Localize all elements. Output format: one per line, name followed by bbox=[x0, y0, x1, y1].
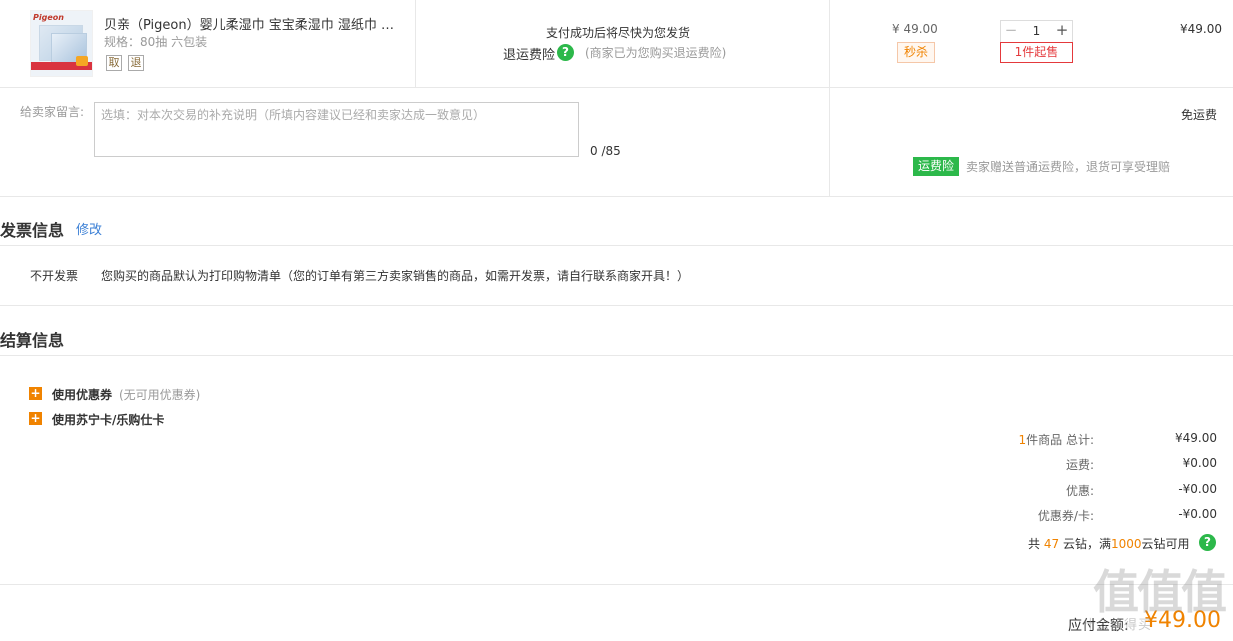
quantity-decrease-button[interactable]: − bbox=[1000, 20, 1022, 43]
coupon-availability-note: (无可用优惠券) bbox=[119, 388, 201, 402]
pickup-tag-icon: 取 bbox=[106, 55, 122, 71]
expand-card-icon[interactable]: + bbox=[29, 412, 42, 425]
shipping-fee-label: 运费: bbox=[1065, 458, 1094, 472]
seller-message-label: 给卖家留言: bbox=[20, 105, 85, 119]
shipping-insurance-desc: 卖家赠送普通运费险，退货可享受理赔 bbox=[966, 160, 1171, 174]
product-name-link[interactable]: 贝亲（Pigeon）婴儿柔湿巾 宝宝柔湿巾 湿纸巾 宝... bbox=[104, 14, 404, 33]
expand-coupon-icon[interactable]: + bbox=[29, 387, 42, 400]
items-total-value: ¥49.00 bbox=[1175, 431, 1217, 445]
shipping-fee-value: ¥0.00 bbox=[1182, 456, 1217, 470]
points-count: 47 bbox=[1043, 537, 1060, 551]
return-insurance-label: 退运费险 bbox=[503, 48, 556, 63]
product-spec: 规格：80抽 六包装 bbox=[104, 35, 208, 49]
site-watermark: 值值值 bbox=[1093, 565, 1227, 619]
points-help-icon[interactable]: ? bbox=[1199, 534, 1216, 551]
quantity-increase-button[interactable]: + bbox=[1051, 20, 1073, 43]
quantity-input[interactable]: 1 bbox=[1022, 20, 1051, 43]
site-watermark-sub: 什么值得买 bbox=[1082, 618, 1153, 633]
items-total-label: 1件商品 总计: bbox=[1018, 433, 1095, 447]
return-tag-icon: 退 bbox=[128, 55, 144, 71]
product-thumbnail[interactable]: Pigeon bbox=[30, 10, 93, 77]
shipping-insurance-badge: 运费险 bbox=[913, 157, 959, 176]
use-gift-card-toggle[interactable]: 使用苏宁卡/乐购仕卡 bbox=[52, 411, 164, 428]
invoice-type: 不开发票 bbox=[30, 269, 79, 283]
brand-logo: Pigeon bbox=[33, 13, 64, 22]
flash-sale-badge: 秒杀 bbox=[897, 42, 935, 63]
min-purchase-badge: 1件起售 bbox=[1000, 42, 1073, 63]
insurance-note: (商家已为您购买退运费险) bbox=[585, 46, 727, 60]
discount-value: -¥0.00 bbox=[1178, 482, 1217, 496]
use-coupon-toggle[interactable]: 使用优惠券 bbox=[52, 386, 112, 403]
shipping-note: 支付成功后将尽快为您发货 bbox=[546, 26, 691, 40]
discount-label: 优惠: bbox=[1065, 484, 1094, 498]
items-count: 1 bbox=[1018, 433, 1027, 447]
invoice-description: 您购买的商品默认为打印购物清单（您的订单有第三方卖家销售的商品，如需开发票，请自… bbox=[101, 269, 690, 283]
coupon-card-label: 优惠券/卡: bbox=[1037, 509, 1094, 523]
points-threshold: 1000 bbox=[1110, 537, 1142, 551]
invoice-section-title: 发票信息 bbox=[0, 221, 65, 240]
unit-price: ¥ 49.00 bbox=[892, 22, 938, 36]
invoice-edit-link[interactable]: 修改 bbox=[76, 219, 102, 238]
row-subtotal: ¥49.00 bbox=[1180, 22, 1222, 36]
free-shipping-label: 免运费 bbox=[1181, 108, 1218, 122]
settlement-section-title: 结算信息 bbox=[0, 331, 65, 350]
message-char-count: 0 /85 bbox=[590, 144, 621, 158]
coupon-card-value: -¥0.00 bbox=[1178, 507, 1217, 521]
insurance-help-icon[interactable]: ? bbox=[557, 44, 574, 61]
seller-message-input[interactable] bbox=[94, 102, 579, 157]
cloud-diamond-info: 共 47 云钻，满1000云钻可用 bbox=[1028, 537, 1190, 551]
